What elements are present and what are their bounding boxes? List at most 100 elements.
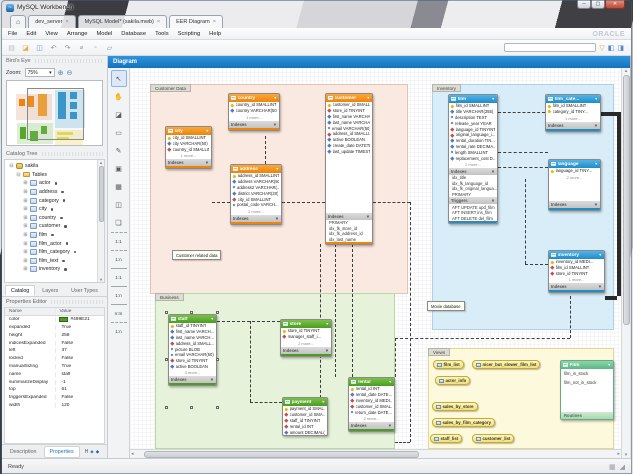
tree-item-table[interactable]: ⊞customer [5, 222, 97, 231]
table-field[interactable]: rental_duration TIN... [449, 138, 497, 144]
indexes-section[interactable]: Indexes▼ [449, 168, 497, 175]
table-field[interactable]: email VARCHAR(50) [326, 125, 372, 131]
zoom-out-icon[interactable]: ⊖ [66, 69, 72, 77]
tree-item-table[interactable]: ⊞inventory [5, 265, 97, 274]
table-inventory[interactable]: inventory▼ inventory_id MEDI...film_id S… [548, 250, 605, 293]
table-header[interactable]: film▼ [449, 95, 497, 103]
view-sales-by-store[interactable]: sales_by_store [432, 402, 478, 411]
table-field[interactable]: district VARCHAR(20) [231, 190, 281, 196]
close-button[interactable]: ✕ [605, 0, 625, 9]
toolbar-icon[interactable]: ⌀ [76, 42, 87, 53]
minimize-button[interactable]: ─ [577, 0, 591, 9]
table-field[interactable]: country_id SMALLINT [229, 102, 279, 108]
toolbar-icon[interactable]: ◫ [34, 42, 45, 53]
view-sales-by-film-category[interactable]: sales_by_film_category [432, 418, 495, 427]
table-payment[interactable]: payment▼ payment_id SMAL...customer_id S… [282, 397, 328, 436]
indexes-section[interactable]: Indexes▼ [349, 422, 394, 429]
property-row[interactable]: width120 [5, 402, 104, 410]
table-header[interactable]: staff▼ [169, 315, 216, 323]
table-field[interactable]: release_year YEAR [449, 120, 497, 126]
layer-tab[interactable]: Customer Data [150, 84, 191, 92]
note-customer-related-data[interactable]: Customer related data [172, 250, 221, 260]
table-header[interactable]: inventory▼ [549, 251, 604, 259]
menu-item[interactable]: View [45, 31, 57, 37]
indexes-section[interactable]: Indexes▼ [549, 201, 600, 208]
tab-catalog[interactable]: Catalog [5, 285, 35, 296]
table-field[interactable]: first_name VARCH... [169, 329, 216, 335]
toggle-right-sidebar-icon[interactable]: ◨ [617, 44, 624, 52]
table-field[interactable]: rental_rate DECIMA... [449, 144, 497, 150]
collapse-arrow-icon[interactable]: ▼ [492, 97, 495, 101]
routine-row[interactable]: film_in_stock [561, 369, 613, 378]
collapse-arrow-icon[interactable]: ▼ [389, 380, 392, 384]
collapse-arrow-icon[interactable]: ▼ [595, 162, 598, 166]
view-nicer-but-slower-film-list[interactable]: nicer_but_slower_film_list [472, 360, 540, 369]
zoom-in-icon[interactable]: ⊕ [58, 69, 64, 77]
table-customer[interactable]: customer▼ customer_id SMALL...store_id T… [325, 93, 373, 245]
tree-item-schema[interactable]: ⊟sakila [5, 162, 97, 171]
layer-tool[interactable]: ▭ [111, 124, 127, 141]
more-fields[interactable]: 1 more... [546, 115, 600, 122]
close-tab-icon[interactable]: × [213, 19, 216, 25]
indexes-section[interactable]: Indexes▼ [231, 215, 281, 222]
select-tool[interactable]: ↖ [111, 70, 127, 87]
collapse-arrow-icon[interactable]: ▼ [595, 97, 598, 101]
collapse-arrow-icon[interactable]: ▼ [599, 253, 602, 257]
more-fields[interactable]: 2 more... [549, 174, 600, 181]
routine-group-film[interactable]: Film▼ film_in_stockfilm_not_in_stock Rou… [560, 360, 614, 420]
tab-layers[interactable]: Layers [36, 285, 64, 296]
tab-eer-diagram[interactable]: EER Diagram× [169, 15, 223, 28]
table-field[interactable]: rental_date DATE... [349, 392, 394, 398]
menu-item[interactable]: Database [121, 31, 146, 37]
property-row[interactable]: expandedTrue [5, 324, 104, 332]
table-address[interactable]: address▼ address_id SMALLINTaddress VARC… [230, 164, 282, 225]
table-country[interactable]: country▼ country_id SMALLINTcountry VARC… [228, 93, 280, 131]
diagram-canvas[interactable]: Customer Data Inventory Business Views [130, 68, 621, 449]
tree-item-table[interactable]: ⊞film_category [5, 248, 97, 257]
rel-1-n-non-identifying-tool[interactable]: 1:n [111, 250, 127, 267]
view-film-list[interactable]: film_list [433, 360, 464, 369]
routine-row[interactable]: film_not_in_stock [561, 378, 613, 387]
indexes-section[interactable]: Indexes▼ [281, 347, 331, 354]
selection-handle[interactable] [165, 358, 168, 361]
layer-tab[interactable]: Inventory [432, 84, 461, 92]
indexes-section[interactable]: Indexes▼ [549, 283, 604, 290]
table-field[interactable]: address VARCHAR(50) [231, 179, 281, 185]
tab-dev-server[interactable]: dev_server× [28, 15, 75, 28]
collapse-arrow-icon[interactable]: ▼ [322, 400, 325, 404]
minimap-viewport[interactable] [27, 88, 84, 140]
tab-mysql-model[interactable]: MySQL Model* (sakila.mwb)× [78, 15, 167, 28]
search-options-icon[interactable]: ▽ [599, 44, 604, 52]
view-customer-list[interactable]: customer_list [472, 434, 514, 443]
table-field[interactable]: customer_id SMALL... [326, 102, 372, 108]
tree-item-table[interactable]: ⊞actor [5, 179, 97, 188]
table-field[interactable]: last_name VARCH... [169, 335, 216, 341]
property-row[interactable]: left37 [5, 347, 104, 355]
collapse-panel-icon[interactable]: ◆ [90, 449, 93, 455]
rel-1-n-existing-columns-tool[interactable]: 1:n [111, 322, 127, 339]
expand-panel-icon[interactable]: ◆ [96, 449, 99, 455]
menu-item[interactable]: Arrange [67, 31, 88, 37]
selection-handle[interactable] [216, 358, 219, 361]
property-row[interactable]: manualSizingTrue [5, 363, 104, 371]
zoom-select[interactable]: 75%▾ [25, 68, 55, 77]
table-field[interactable]: city_id SMALLINT [166, 135, 211, 141]
trigger-row[interactable]: AFT INSERT ins_film [449, 210, 497, 216]
table-film[interactable]: film▼ film_id SMALLINTtitle VARCHAR(255)… [448, 94, 498, 224]
hand-tool[interactable]: ✋ [111, 88, 127, 105]
table-field[interactable]: email VARCHAR(50) [169, 352, 216, 358]
menu-item[interactable]: File [8, 31, 17, 37]
table-staff[interactable]: staff▼ staff_id TINYINTfirst_name VARCH.… [168, 314, 217, 386]
close-tab-icon[interactable]: × [157, 19, 160, 25]
table-field[interactable]: address_id SMALL... [169, 340, 216, 346]
window-titlebar[interactable]: ~ MySQL Workbench [2, 1, 631, 14]
table-header[interactable]: store▼ [281, 320, 331, 328]
view-tool[interactable]: ◫ [111, 196, 127, 213]
menu-item[interactable]: Help [209, 31, 221, 37]
property-row[interactable]: namestaff [5, 370, 104, 378]
image-tool[interactable]: ▣ [111, 160, 127, 177]
table-header[interactable]: rental▼ [349, 378, 394, 386]
more-fields[interactable]: 2 more... [449, 161, 497, 168]
table-header[interactable]: film_cate...▼ [546, 95, 600, 103]
canvas-horizontal-scrollbar[interactable]: ◂▸ [130, 449, 621, 458]
